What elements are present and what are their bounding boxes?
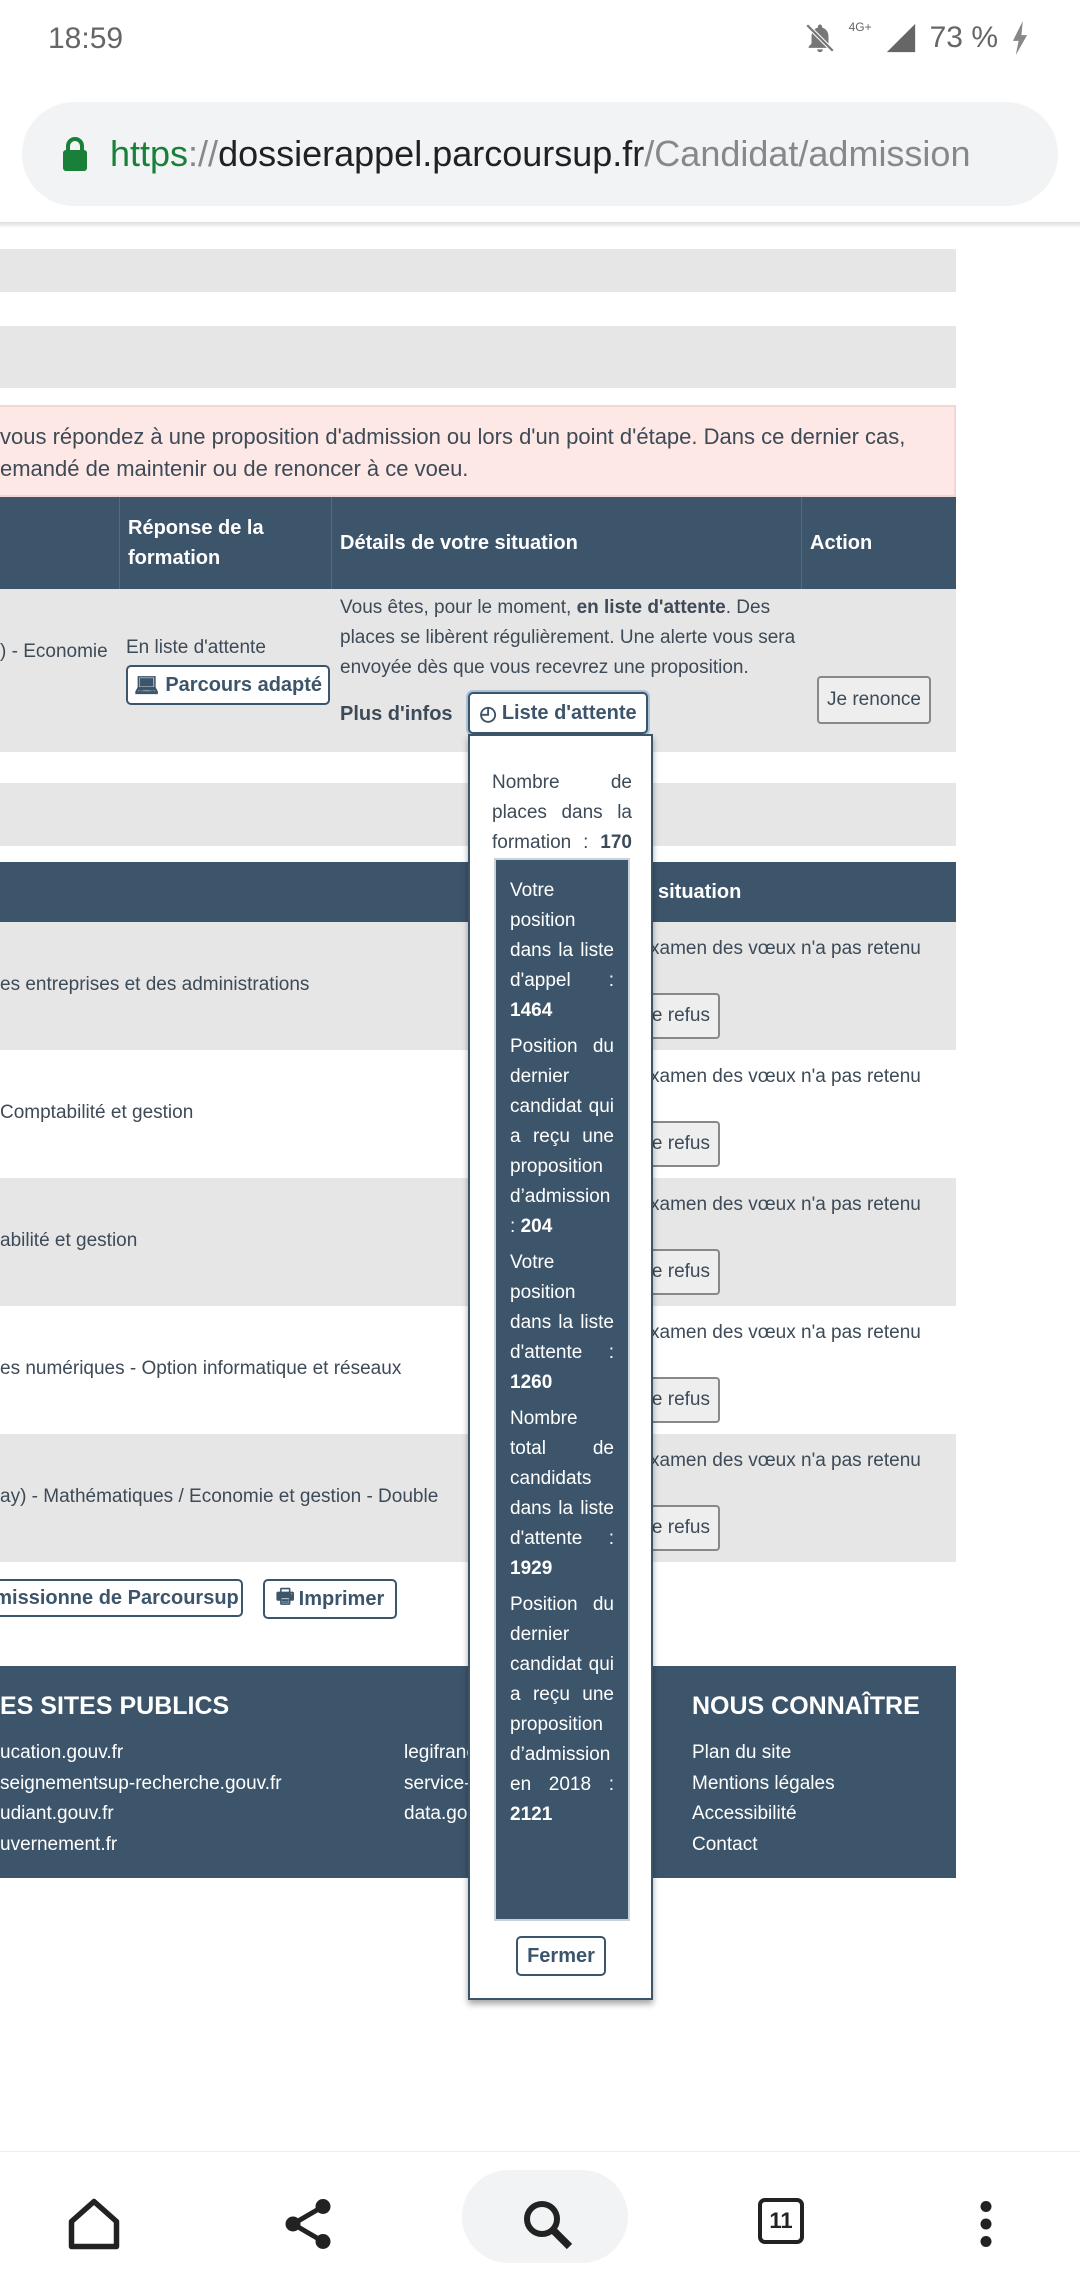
stat-label: Nombre total de candidats dans la liste … xyxy=(510,1408,614,1549)
footer-link[interactable]: ucation.gouv.fr xyxy=(0,1742,123,1764)
formation-name: ay) - Mathématiques / Economie et gestio… xyxy=(0,1486,439,1507)
stat-label: Position du dernier candidat qui a reçu … xyxy=(510,1036,614,1237)
footer-link[interactable]: Plan du site xyxy=(692,1742,791,1764)
footer-title-public: ES SITES PUBLICS xyxy=(0,1692,230,1720)
places-info: Nombre de places dans la formation : 170 xyxy=(492,768,632,858)
battery-percent: 73 % xyxy=(929,21,998,54)
stat-value: 1260 xyxy=(510,1372,553,1393)
status-bar: 18:59 4G+ 73 % xyxy=(0,0,1080,80)
formation-name: es entreprises et des administrations xyxy=(0,974,310,995)
header-situation: situation xyxy=(658,881,742,903)
tabs-button[interactable]: 11 xyxy=(758,2198,804,2244)
footer-link[interactable]: data.gouv.fr xyxy=(404,1803,468,1825)
waitlist-stat: Position du dernier candidat qui a reçu … xyxy=(510,1032,614,1242)
situation-text: xamen des vœux n'a pas retenu xyxy=(650,938,921,959)
button-label: Imprimer xyxy=(298,1587,385,1610)
info-notice: vous répondez à une proposition d'admiss… xyxy=(0,405,956,497)
lock-icon xyxy=(63,137,87,171)
stat-value: 1464 xyxy=(510,1000,553,1021)
situation-text: xamen des vœux n'a pas retenu xyxy=(650,1194,921,1215)
situation-details: Vous êtes, pour le moment, en liste d'at… xyxy=(340,593,800,683)
situation-text: xamen des vœux n'a pas retenu xyxy=(650,1066,921,1087)
print-button[interactable]: 🖶︎ Imprimer xyxy=(263,1579,397,1619)
clock: 18:59 xyxy=(48,22,124,55)
footer-link[interactable]: Mentions légales xyxy=(692,1773,835,1795)
formation-name: abilité et gestion xyxy=(0,1230,138,1251)
table-row: ) - Economie En liste d'attente 💻︎ Parcou… xyxy=(0,589,956,752)
stat-label: Votre position dans la liste d'appel : xyxy=(510,880,614,991)
formation-name: Comptabilité et gestion xyxy=(0,1102,194,1123)
footer-title-about: NOUS CONNAÎTRE xyxy=(692,1692,920,1720)
renounce-button[interactable]: Je renonce xyxy=(817,676,931,724)
collapsed-section[interactable] xyxy=(0,249,956,292)
search-icon[interactable] xyxy=(517,2194,577,2254)
footer-link[interactable]: seignementsup-recherche.gouv.fr xyxy=(0,1773,282,1795)
stat-value: 2121 xyxy=(510,1804,553,1825)
url-host: dossierappel.parcoursup.fr xyxy=(218,133,645,174)
home-icon[interactable] xyxy=(64,2194,124,2254)
response-status: En liste d'attente xyxy=(126,637,266,658)
signal-icon xyxy=(886,23,915,53)
stat-value: 1929 xyxy=(510,1558,553,1579)
url-scheme: https xyxy=(110,133,189,174)
footer-link[interactable]: uvernement.fr xyxy=(0,1834,117,1856)
more-menu-icon[interactable] xyxy=(956,2194,1016,2254)
waitlist-stat: Nombre total de candidats dans la liste … xyxy=(510,1404,614,1584)
header-action: Action xyxy=(801,497,956,589)
stat-label: Position du dernier candidat qui a reçu … xyxy=(510,1594,614,1795)
table-header: Réponse de la formation Détails de votre… xyxy=(0,497,956,589)
stat-value: 204 xyxy=(520,1216,553,1237)
waitlist-button[interactable]: ◴ Liste d'attente xyxy=(468,692,648,734)
header-details: Détails de votre situation xyxy=(331,497,801,589)
situation-text: xamen des vœux n'a pas retenu xyxy=(650,1322,921,1343)
formation-name: es numériques - Option informatique et r… xyxy=(0,1358,402,1379)
clock-icon: ◴ xyxy=(479,702,497,725)
toolbar-shadow xyxy=(0,222,1080,228)
laptop-icon: 💻︎ xyxy=(133,674,160,697)
waitlist-stats: Votre position dans la liste d'appel : 1… xyxy=(494,858,630,1921)
charging-icon xyxy=(1012,21,1028,55)
notice-line: vous répondez à une proposition d'admiss… xyxy=(0,424,906,449)
places-value: 170 xyxy=(600,832,632,853)
waitlist-stat: Votre position dans la liste d'appel : 1… xyxy=(510,876,614,1026)
stat-label: Votre position dans la liste d'attente : xyxy=(510,1252,614,1363)
button-label: Parcours adapté xyxy=(165,673,323,696)
url-path: /Candidat/admission xyxy=(644,133,971,174)
waitlist-stat: Votre position dans la liste d'attente :… xyxy=(510,1248,614,1398)
collapsed-section[interactable] xyxy=(0,326,956,388)
address-bar[interactable]: https://dossierappel.parcoursup.fr/Candi… xyxy=(22,102,1058,206)
button-label: Liste d'attente xyxy=(501,701,637,724)
footer-link[interactable]: Accessibilité xyxy=(692,1803,797,1825)
formation-name: ) - Economie xyxy=(0,641,108,662)
footer-link[interactable]: Contact xyxy=(692,1834,757,1856)
waitlist-stat: Position du dernier candidat qui a reçu … xyxy=(510,1590,614,1830)
situation-text: xamen des vœux n'a pas retenu xyxy=(650,1450,921,1471)
printer-icon: 🖶︎ xyxy=(275,1586,295,1608)
footer-link[interactable]: service-public.fr xyxy=(404,1773,468,1795)
plus-infos-label: Plus d'infos xyxy=(340,703,453,725)
header-response: Réponse de la formation xyxy=(119,497,331,589)
details-bold: en liste d'attente xyxy=(576,597,726,618)
footer-link[interactable]: udiant.gouv.fr xyxy=(0,1803,114,1825)
network-type: 4G+ xyxy=(848,20,872,34)
share-icon[interactable] xyxy=(278,2194,338,2254)
notice-line: emandé de maintenir ou de renoncer à ce … xyxy=(0,456,469,481)
parcours-adapte-button[interactable]: 💻︎ Parcours adapté xyxy=(126,665,330,705)
commission-button[interactable]: missionne de Parcoursup xyxy=(0,1579,243,1617)
close-button[interactable]: Fermer xyxy=(516,1936,606,1976)
url-separator: :// xyxy=(188,133,219,174)
bottom-toolbar: 11 xyxy=(0,2151,1080,2280)
footer-link[interactable]: legifrance.gouv.fr xyxy=(404,1742,468,1764)
details-text: Vous êtes, pour le moment, xyxy=(340,597,577,618)
notifications-muted-icon xyxy=(805,23,834,53)
waitlist-popover: Nombre de places dans la formation : 170… xyxy=(468,734,653,2000)
